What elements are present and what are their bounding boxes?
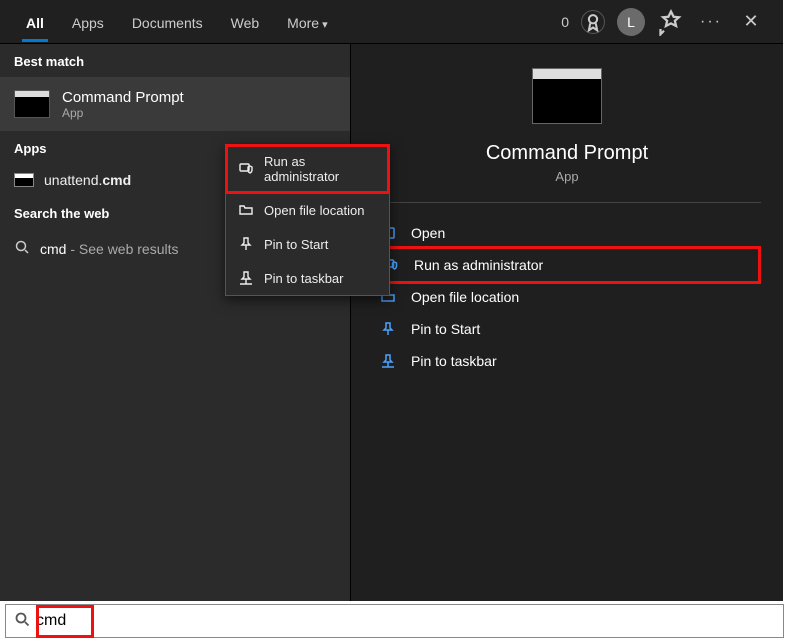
user-avatar[interactable]: L [617, 8, 645, 36]
close-icon[interactable]: ✕ [737, 8, 765, 36]
details-subtitle: App [351, 169, 783, 184]
header-right: 0 L ··· ✕ [561, 8, 771, 36]
context-menu: Run as administrator Open file location … [225, 144, 390, 296]
search-icon [14, 611, 30, 632]
action-pin-to-taskbar[interactable]: Pin to taskbar [373, 345, 761, 377]
pin-taskbar-icon [379, 353, 397, 369]
search-input[interactable] [36, 612, 775, 630]
cmd-file-icon [14, 173, 34, 187]
best-match-result[interactable]: Command Prompt App [0, 77, 350, 131]
search-scope-tabs: All Apps Documents Web More 0 L ··· ✕ [0, 0, 783, 44]
context-open-file-location[interactable]: Open file location [226, 193, 389, 227]
divider [373, 202, 761, 203]
context-pin-to-start[interactable]: Pin to Start [226, 227, 389, 261]
app-result-text: unattend.cmd [44, 172, 131, 188]
command-prompt-icon [14, 90, 50, 118]
shield-icon [238, 161, 254, 177]
action-open[interactable]: Open [373, 217, 761, 249]
tab-documents[interactable]: Documents [118, 3, 217, 41]
tab-all[interactable]: All [12, 3, 58, 41]
action-list: Open Run as administrator Open file loca… [351, 213, 783, 381]
web-search-text: cmd - See web results [40, 241, 179, 257]
pin-start-icon [379, 321, 397, 337]
pin-start-icon [238, 236, 254, 252]
command-prompt-icon-large [532, 68, 602, 124]
context-run-as-admin[interactable]: Run as administrator [226, 145, 389, 193]
best-match-subtitle: App [62, 106, 184, 120]
search-bar[interactable] [5, 604, 784, 638]
context-pin-to-taskbar[interactable]: Pin to taskbar [226, 261, 389, 295]
pin-taskbar-icon [238, 270, 254, 286]
action-open-file-location[interactable]: Open file location [373, 281, 761, 313]
rewards-icon[interactable] [581, 10, 605, 34]
tab-web[interactable]: Web [217, 3, 274, 41]
search-icon [14, 239, 30, 258]
action-pin-to-start[interactable]: Pin to Start [373, 313, 761, 345]
options-icon[interactable]: ··· [697, 8, 725, 36]
label-best-match: Best match [0, 44, 350, 77]
search-window: All Apps Documents Web More 0 L ··· ✕ Be… [0, 0, 783, 601]
best-match-title: Command Prompt [62, 89, 184, 106]
rewards-points: 0 [561, 14, 569, 30]
action-run-as-admin[interactable]: Run as administrator [373, 246, 761, 284]
tab-apps[interactable]: Apps [58, 3, 118, 41]
details-title: Command Prompt [351, 142, 783, 165]
folder-icon [238, 202, 254, 218]
details-pane: Command Prompt App Open Run as administr… [350, 44, 783, 601]
results-left-pane: Best match Command Prompt App Apps unatt… [0, 44, 350, 601]
feedback-icon[interactable] [657, 8, 685, 36]
tab-more[interactable]: More [273, 3, 341, 41]
